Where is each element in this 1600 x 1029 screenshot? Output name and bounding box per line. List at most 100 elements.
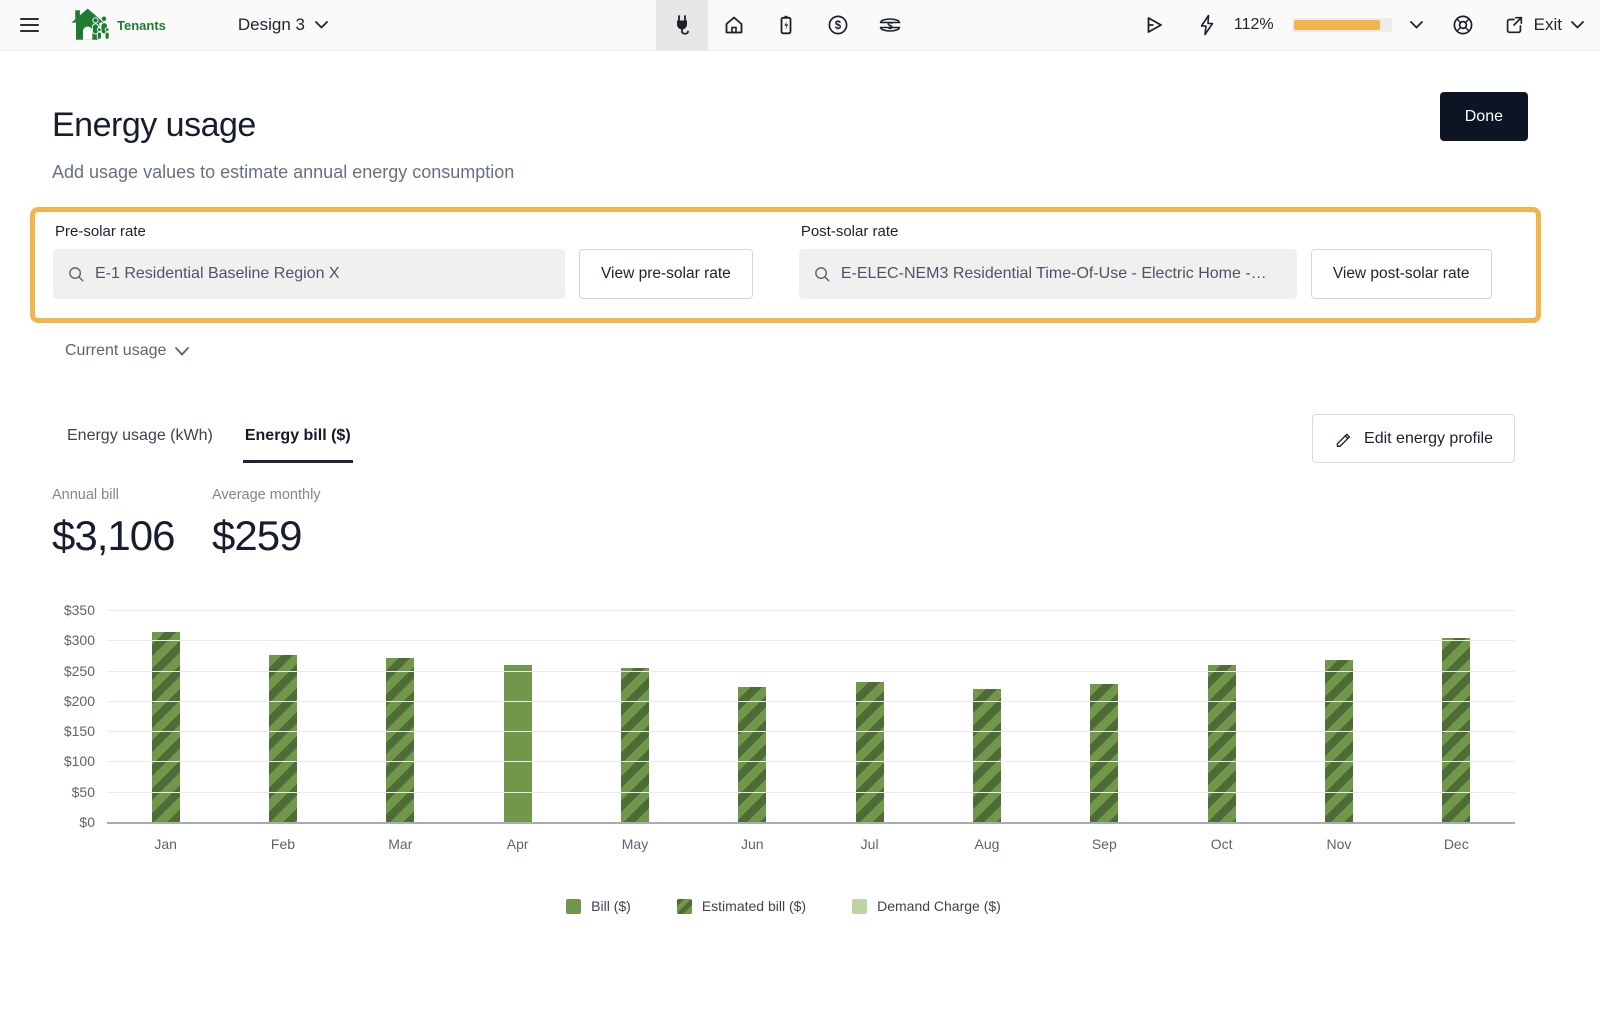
bar-slot (1398, 610, 1515, 822)
bar-nov (1325, 660, 1353, 822)
design-selector[interactable]: Design 3 (238, 15, 328, 35)
stat-value: $259 (212, 512, 372, 560)
gridline (107, 761, 1515, 762)
exit-label: Exit (1534, 15, 1562, 35)
svg-text:$: $ (887, 21, 893, 32)
y-tick-label: $0 (45, 813, 95, 831)
edit-energy-profile-button[interactable]: Edit energy profile (1312, 414, 1515, 463)
legend-label: Bill ($) (591, 898, 631, 914)
gridline (107, 610, 1515, 611)
tab-energy-usage-kwh[interactable]: Energy usage (kWh) (65, 414, 215, 463)
run-simulation-button[interactable] (1142, 13, 1166, 37)
legend-item: Demand Charge ($) (852, 898, 1001, 914)
pre-solar-rate-input[interactable]: E-1 Residential Baseline Region X (53, 249, 565, 299)
bar-slot (811, 610, 928, 822)
chart-legend: Bill ($) Estimated bill ($) Demand Charge … (52, 898, 1515, 914)
app-window: Tenants Design 3 (0, 0, 1600, 1029)
dollar-circle-icon: $ (826, 13, 850, 37)
x-tick-label: Jun (694, 836, 811, 852)
x-axis-labels: JanFebMarAprMayJunJulAugSepOctNovDec (107, 836, 1515, 852)
current-usage-toggle[interactable]: Current usage (65, 342, 189, 360)
pencil-icon (1334, 429, 1353, 448)
utility-rates-tool-button[interactable] (656, 0, 708, 50)
brand-name: Tenants (117, 18, 166, 33)
svg-text:$: $ (835, 20, 842, 32)
y-tick-label: $250 (45, 662, 95, 680)
legend-label: Estimated bill ($) (702, 898, 806, 914)
pricing-tool-button[interactable]: $ (812, 0, 864, 50)
pre-solar-rate-label: Pre-solar rate (55, 223, 753, 240)
tenants-logo-icon (69, 5, 111, 45)
offset-progress-fill (1294, 20, 1380, 30)
bar-slot (342, 610, 459, 822)
run-icon (1142, 13, 1166, 37)
home-icon (722, 13, 746, 37)
battery-tool-button[interactable] (760, 0, 812, 50)
bar-slot (1280, 610, 1397, 822)
post-solar-rate-input[interactable]: E-ELEC-NEM3 Residential Time-Of-Use - El… (799, 249, 1297, 299)
x-tick-label: Aug (928, 836, 1045, 852)
offset-percwhile-label: 112% (1234, 16, 1274, 34)
edit-energy-profile-label: Edit energy profile (1364, 430, 1493, 448)
bar-mar (386, 658, 414, 822)
pre-solar-rate-section: Pre-solar rate E-1 Residential Baseline … (53, 223, 753, 299)
chevron-down-icon[interactable] (1410, 21, 1423, 29)
home-tool-button[interactable] (708, 0, 760, 50)
bar-oct (1208, 665, 1236, 822)
exit-button[interactable]: Exit (1503, 14, 1584, 36)
stat-block: Annual bill $3,106 (52, 487, 212, 560)
bank-icon: $ (877, 13, 903, 37)
stat-label: Annual bill (52, 487, 212, 503)
view-pre-solar-rate-button[interactable]: View pre-solar rate (579, 249, 753, 299)
x-tick-label: Jul (811, 836, 928, 852)
top-bar-right: 112% E (1142, 0, 1584, 50)
legend-label: Demand Charge ($) (877, 898, 1001, 914)
energy-bill-chart: $350$300$250$200$150$100$50$0 JanFebMarA… (52, 610, 1515, 914)
bar-slot (459, 610, 576, 822)
gridline (107, 640, 1515, 641)
current-usage-label: Current usage (65, 342, 166, 360)
bar-dec (1442, 638, 1470, 822)
bar-slot (576, 610, 693, 822)
battery-icon (774, 13, 798, 37)
x-tick-label: Mar (342, 836, 459, 852)
chevron-down-icon (175, 347, 189, 356)
offset-progress-bar (1292, 18, 1392, 32)
x-tick-label: Feb (224, 836, 341, 852)
bar-jun (738, 687, 766, 822)
page-title: Energy usage (52, 106, 514, 145)
y-tick-label: $50 (45, 783, 95, 801)
brand-logo: Tenants (69, 5, 166, 45)
search-icon (813, 265, 831, 283)
help-button[interactable] (1451, 13, 1475, 37)
bar-slot (107, 610, 224, 822)
bar-slot (928, 610, 1045, 822)
plot-area (107, 610, 1515, 824)
bar-slot (1163, 610, 1280, 822)
stat-label: Average monthly (212, 487, 372, 503)
page-subtitle: Add usage values to estimate annual ener… (52, 162, 514, 183)
gridline (107, 792, 1515, 793)
x-tick-label: Jan (107, 836, 224, 852)
hamburger-menu-button[interactable] (16, 14, 43, 36)
view-post-solar-rate-button[interactable]: View post-solar rate (1311, 249, 1492, 299)
post-solar-rate-section: Post-solar rate E-ELEC-NEM3 Residential … (799, 223, 1492, 299)
done-button[interactable]: Done (1440, 92, 1528, 141)
y-tick-label: $150 (45, 722, 95, 740)
plug-icon (670, 13, 694, 37)
bar-jul (856, 682, 884, 822)
stat-value: $3,106 (52, 512, 212, 560)
legend-swatch (677, 899, 692, 914)
bar-slot (694, 610, 811, 822)
chevron-down-icon (1571, 21, 1584, 29)
incentives-tool-button[interactable]: $ (864, 0, 916, 50)
bar-slot (224, 610, 341, 822)
bar-feb (269, 655, 297, 822)
bar-jan (152, 632, 180, 822)
exit-icon (1503, 14, 1525, 36)
legend-item: Estimated bill ($) (677, 898, 806, 914)
bar-aug (973, 689, 1001, 822)
legend-item: Bill ($) (566, 898, 631, 914)
tab-energy-bill[interactable]: Energy bill ($) (243, 414, 353, 463)
top-bar-left: Tenants Design 3 (16, 0, 328, 50)
